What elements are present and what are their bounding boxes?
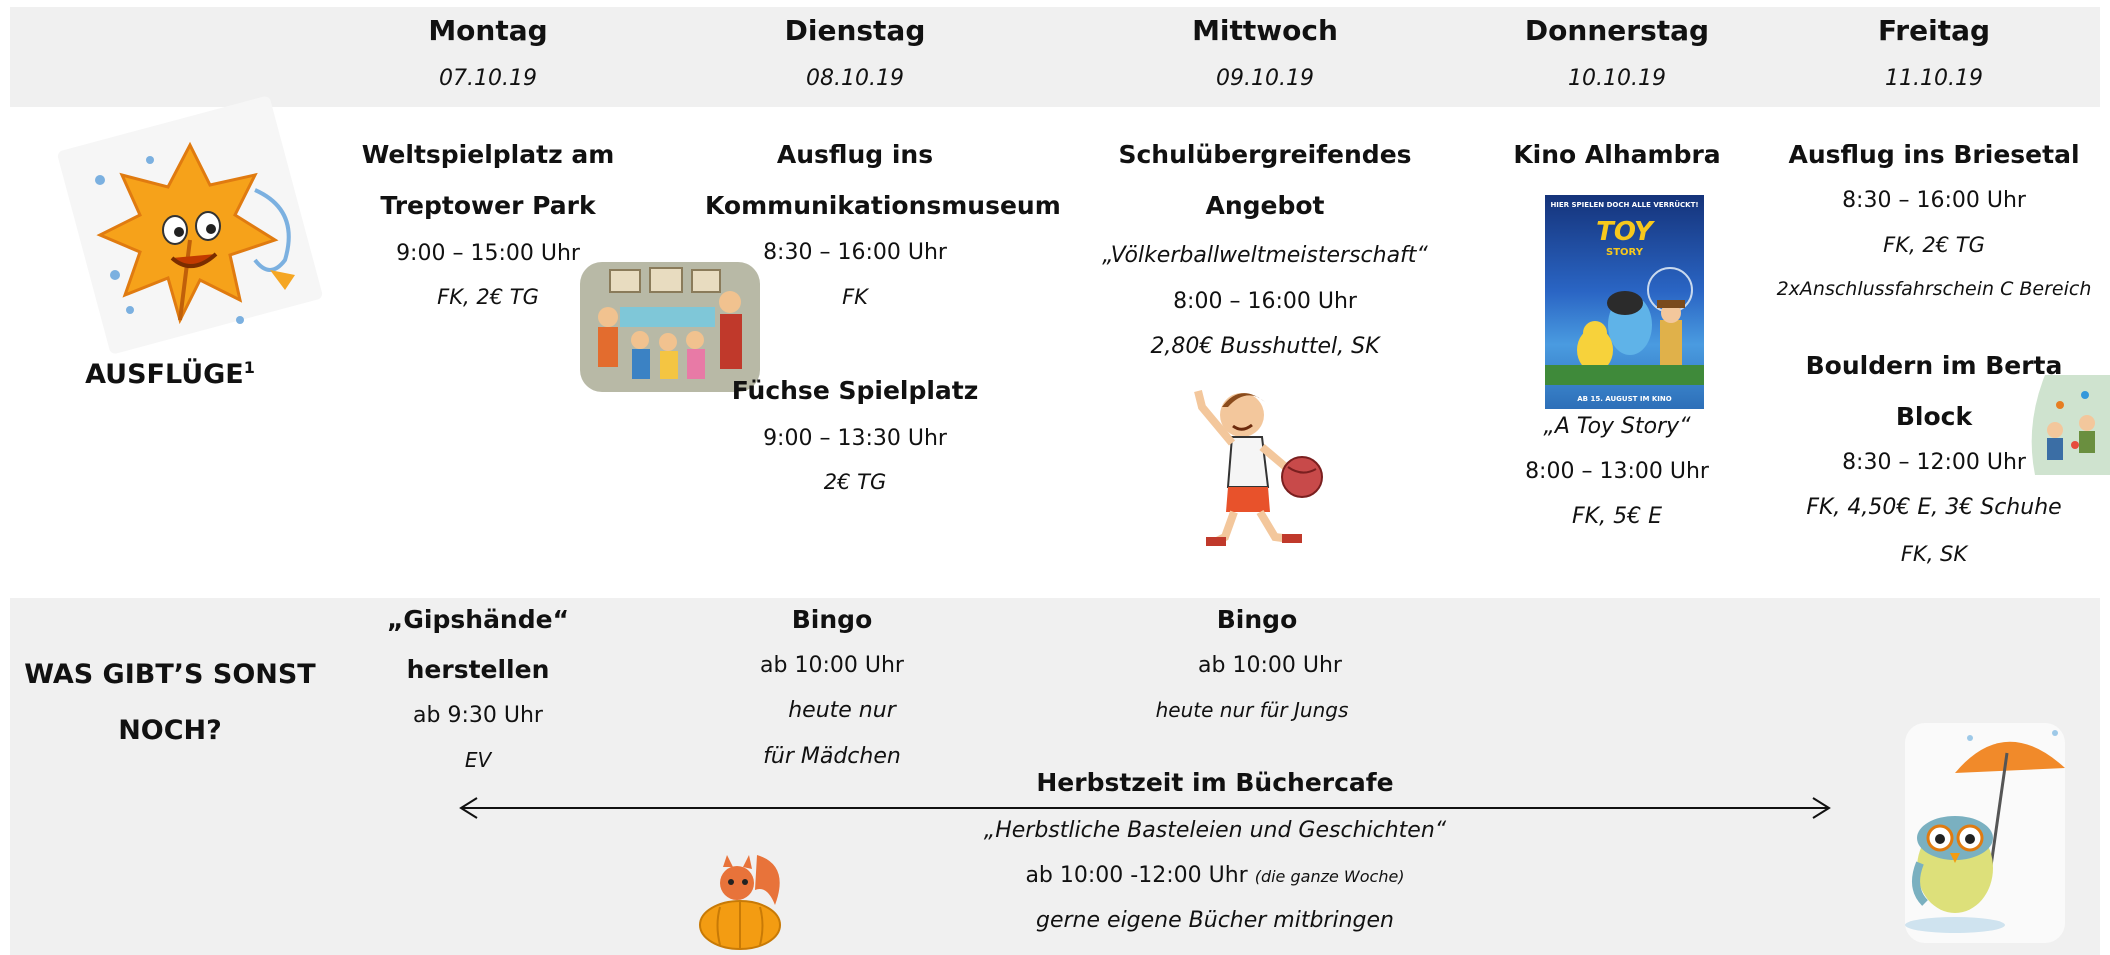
activity-title: „Gipshände“	[386, 605, 570, 634]
day-name: Donnerstag	[1524, 14, 1710, 47]
activity-time: ab 10:00 Uhr	[760, 653, 904, 678]
museum-kids-illustration	[580, 262, 760, 392]
activity-info: FK, 4,50€ E, 3€ Schuhe	[1806, 495, 2062, 520]
day-name: Dienstag	[784, 14, 926, 47]
activity-title: herstellen	[406, 655, 550, 684]
other-row-label-line-2: NOCH?	[118, 715, 222, 746]
poster-title-story: STORY	[1606, 247, 1643, 258]
activity-time-row: ab 10:00 -12:00 Uhr (die ganze Woche)	[915, 863, 1515, 888]
poster-characters	[1545, 267, 1704, 385]
activity-info: EV	[464, 748, 492, 772]
activity-subtitle: „Herbstliche Basteleien und Geschichten“	[983, 818, 1447, 843]
excursions-row-label: AUSFLÜGE1	[20, 358, 320, 390]
poster-title-toy: TOY	[1596, 217, 1653, 247]
day-date: 10.10.19	[1568, 66, 1666, 91]
activity-time: 9:00 – 13:30 Uhr	[763, 426, 947, 451]
activity-subtitle: „Völkerballweltmeisterschaft“	[1102, 243, 1428, 268]
activity-time: 8:30 – 16:00 Uhr	[763, 240, 947, 265]
activity-time: ab 10:00 -12:00 Uhr	[1025, 863, 1248, 888]
day-name: Montag	[428, 14, 548, 47]
activity-info-extra: 2xAnschlussfahrschein C Bereich	[1776, 278, 2092, 300]
day-name: Freitag	[1877, 14, 1991, 47]
day-date: 09.10.19	[1216, 66, 1314, 91]
day-date: 11.10.19	[1885, 66, 1983, 91]
excursions-label-text: AUSFLÜGE	[85, 359, 244, 390]
activity-time-note: (die ganze Woche)	[1254, 867, 1405, 886]
activity-title: Ausflug ins Briesetal	[1788, 140, 2080, 169]
activity-title: Füchse Spielplatz	[731, 376, 979, 405]
day-date: 08.10.19	[806, 66, 904, 91]
autumn-leaf-illustration	[57, 96, 323, 354]
activity-title: Kino Alhambra	[1513, 140, 1721, 169]
activity-info-extra: FK, SK	[1900, 542, 1968, 566]
activity-title: Treptower Park	[380, 191, 596, 220]
poster-tagline: HIER SPIELEN DOCH ALLE VERRÜCKT!	[1550, 201, 1699, 209]
activity-info: gerne eigene Bücher mitbringen	[1036, 908, 1394, 933]
activity-title: Bingo	[791, 605, 873, 634]
day-name: Mittwoch	[1192, 14, 1338, 47]
bouldering-illustration	[2031, 375, 2110, 475]
owl-umbrella-illustration	[1905, 723, 2065, 943]
activity-title: Ausflug ins	[776, 140, 934, 169]
activity-time: 8:30 – 16:00 Uhr	[1842, 188, 2026, 213]
footnote-marker: 1	[243, 358, 255, 377]
activity-info: heute nur	[788, 698, 896, 723]
activity-info: FK, 2€ TG	[1883, 233, 1985, 257]
activity-time: 8:00 – 16:00 Uhr	[1173, 289, 1357, 314]
activity-title: Weltspielplatz am	[361, 140, 615, 169]
activity-title: Bingo	[1216, 605, 1298, 634]
activity-time: ab 9:30 Uhr	[413, 703, 543, 728]
poster-release: AB 15. AUGUST IM KINO	[1577, 395, 1672, 403]
activity-title: Angebot	[1205, 191, 1325, 220]
activity-info: FK	[842, 285, 868, 309]
toy-story-poster: HIER SPIELEN DOCH ALLE VERRÜCKT! TOY STO…	[1545, 195, 1704, 409]
activity-info: 2,80€ Busshuttel, SK	[1150, 334, 1380, 359]
activity-info: 2€ TG	[823, 470, 887, 494]
dodgeball-boy-illustration	[1170, 377, 1350, 552]
activity-time: 8:00 – 13:00 Uhr	[1525, 459, 1709, 484]
other-row-label-line-1: WAS GIBT’S SONST	[24, 659, 316, 690]
day-date: 07.10.19	[439, 66, 537, 91]
activity-title: Kommunikationsmuseum	[705, 191, 1061, 220]
activity-info: heute nur für Jungs	[1155, 698, 1349, 722]
activity-info: für Mädchen	[763, 744, 901, 769]
activity-time: ab 10:00 Uhr	[1198, 653, 1342, 678]
squirrel-pumpkin-illustration	[699, 855, 781, 950]
activity-title: Schulübergreifendes	[1118, 140, 1412, 169]
activity-film: „A Toy Story“	[1543, 414, 1691, 439]
activity-info: FK, 5€ E	[1572, 504, 1662, 529]
